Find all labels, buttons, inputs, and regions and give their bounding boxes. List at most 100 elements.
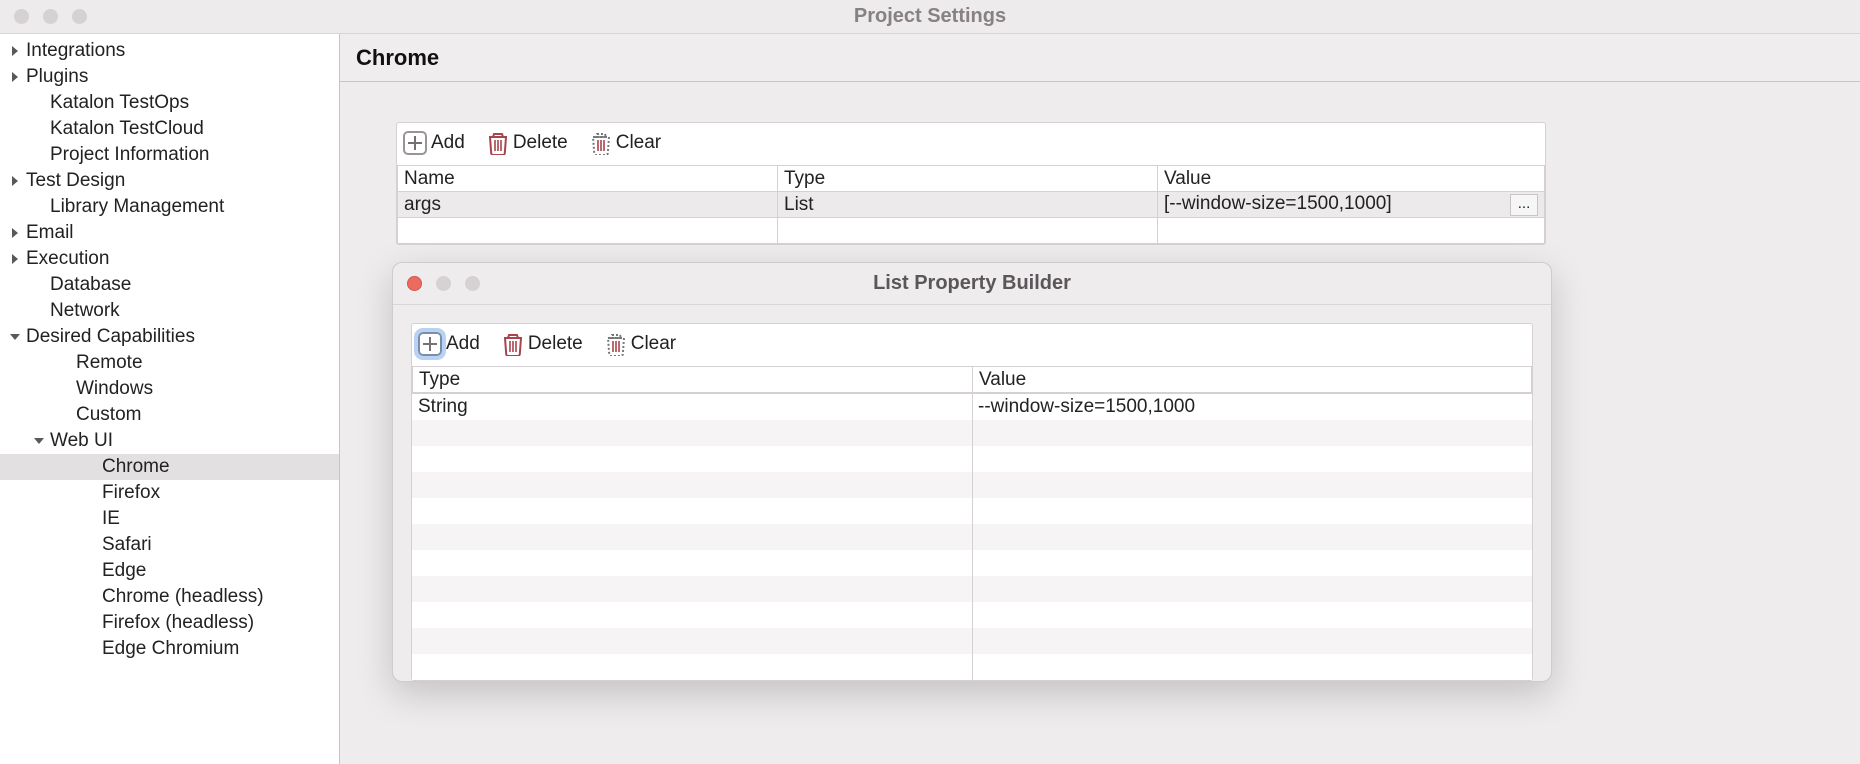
dialog-title: List Property Builder [393, 272, 1551, 295]
tree-item[interactable]: IE [0, 506, 339, 532]
tree-item-label: Test Design [26, 170, 125, 192]
dialog-table-body[interactable]: String --window-size=1500,1000 [412, 393, 1532, 680]
close-icon[interactable] [407, 276, 422, 291]
tree-item-label: Library Management [50, 196, 224, 218]
zoom-icon[interactable] [465, 276, 480, 291]
clear-icon [605, 332, 627, 356]
disclosure-spacer [82, 588, 100, 606]
disclosure-right-icon[interactable] [6, 42, 24, 60]
col-value[interactable]: Value [973, 367, 1532, 393]
capabilities-toolbar: Add Delete Clear [397, 123, 1545, 165]
capabilities-card: Add Delete Clear [396, 122, 1546, 245]
dialog-toolbar: Add Delete Clear [412, 324, 1532, 366]
tree-item-label: Desired Capabilities [26, 326, 195, 348]
clear-button[interactable]: Clear [590, 131, 661, 155]
tree-item[interactable]: Chrome (headless) [0, 584, 339, 610]
tree-item-label: Windows [76, 378, 153, 400]
cell-type[interactable]: List [778, 192, 1158, 218]
tree-item[interactable]: Network [0, 298, 339, 324]
disclosure-spacer [82, 562, 100, 580]
tree-item[interactable]: Edge [0, 558, 339, 584]
tree-item[interactable]: Project Information [0, 142, 339, 168]
disclosure-spacer [56, 354, 74, 372]
tree-item-label: Web UI [50, 430, 113, 452]
close-icon[interactable] [14, 9, 29, 24]
disclosure-spacer [82, 536, 100, 554]
minimize-icon[interactable] [436, 276, 451, 291]
delete-label: Delete [528, 333, 583, 355]
cell-value[interactable]: --window-size=1500,1000 [972, 396, 1532, 418]
clear-label: Clear [631, 333, 676, 355]
tree-item[interactable]: Execution [0, 246, 339, 272]
tree-item[interactable]: Test Design [0, 168, 339, 194]
tree-item[interactable]: Katalon TestOps [0, 90, 339, 116]
tree-item[interactable]: Firefox [0, 480, 339, 506]
col-type[interactable]: Type [413, 367, 973, 393]
delete-label: Delete [513, 132, 568, 154]
disclosure-right-icon[interactable] [6, 250, 24, 268]
cell-value-text: [--window-size=1500,1000] [1164, 193, 1392, 214]
tree-item[interactable]: Web UI [0, 428, 339, 454]
delete-button[interactable]: Delete [487, 131, 568, 155]
table-row-empty [398, 218, 1545, 244]
minimize-icon[interactable] [43, 9, 58, 24]
tree-item[interactable]: Email [0, 220, 339, 246]
disclosure-spacer [30, 276, 48, 294]
disclosure-spacer [30, 302, 48, 320]
tree-item-label: Database [50, 274, 131, 296]
col-value[interactable]: Value [1158, 166, 1545, 192]
disclosure-spacer [56, 406, 74, 424]
add-button[interactable]: Add [418, 332, 480, 356]
disclosure-spacer [82, 510, 100, 528]
disclosure-spacer [30, 198, 48, 216]
tree-item[interactable]: Safari [0, 532, 339, 558]
tree-item[interactable]: Remote [0, 350, 339, 376]
cell-type[interactable]: String [412, 396, 972, 418]
tree-item[interactable]: Desired Capabilities [0, 324, 339, 350]
tree-item[interactable]: Katalon TestCloud [0, 116, 339, 142]
edit-list-button[interactable]: ... [1510, 194, 1538, 216]
tree-item-label: Execution [26, 248, 109, 270]
tree-item-label: Edge Chromium [102, 638, 239, 660]
tree-item[interactable]: Chrome [0, 454, 339, 480]
col-name[interactable]: Name [398, 166, 778, 192]
tree-item-label: Integrations [26, 40, 125, 62]
panel-title: Chrome [340, 34, 1860, 82]
tree-item-label: Project Information [50, 144, 209, 166]
add-button[interactable]: Add [403, 131, 465, 155]
disclosure-down-icon[interactable] [6, 328, 24, 346]
disclosure-right-icon[interactable] [6, 68, 24, 86]
trash-icon [487, 131, 509, 155]
settings-tree: IntegrationsPluginsKatalon TestOpsKatalo… [0, 34, 340, 764]
disclosure-down-icon[interactable] [30, 432, 48, 450]
cell-value[interactable]: [--window-size=1500,1000] ... [1158, 192, 1545, 218]
cell-name[interactable]: args [398, 192, 778, 218]
delete-button[interactable]: Delete [502, 332, 583, 356]
clear-label: Clear [616, 132, 661, 154]
disclosure-spacer [82, 458, 100, 476]
tree-item[interactable]: Plugins [0, 64, 339, 90]
tree-item-label: Katalon TestOps [50, 92, 189, 114]
tree-item[interactable]: Windows [0, 376, 339, 402]
disclosure-spacer [82, 640, 100, 658]
zoom-icon[interactable] [72, 9, 87, 24]
tree-item[interactable]: Firefox (headless) [0, 610, 339, 636]
tree-item[interactable]: Integrations [0, 38, 339, 64]
tree-item[interactable]: Library Management [0, 194, 339, 220]
tree-item-label: Network [50, 300, 120, 322]
disclosure-spacer [82, 614, 100, 632]
tree-item[interactable]: Custom [0, 402, 339, 428]
list-property-builder-dialog: List Property Builder Add Delete [392, 262, 1552, 682]
plus-icon [418, 332, 442, 356]
disclosure-right-icon[interactable] [6, 172, 24, 190]
tree-item[interactable]: Edge Chromium [0, 636, 339, 662]
capabilities-table: Name Type Value args List [--window-size… [397, 165, 1545, 244]
disclosure-spacer [56, 380, 74, 398]
clear-button[interactable]: Clear [605, 332, 676, 356]
col-type[interactable]: Type [778, 166, 1158, 192]
trash-icon [502, 332, 524, 356]
tree-item[interactable]: Database [0, 272, 339, 298]
table-row[interactable]: args List [--window-size=1500,1000] ... [398, 192, 1545, 218]
disclosure-right-icon[interactable] [6, 224, 24, 242]
tree-item-label: Custom [76, 404, 141, 426]
